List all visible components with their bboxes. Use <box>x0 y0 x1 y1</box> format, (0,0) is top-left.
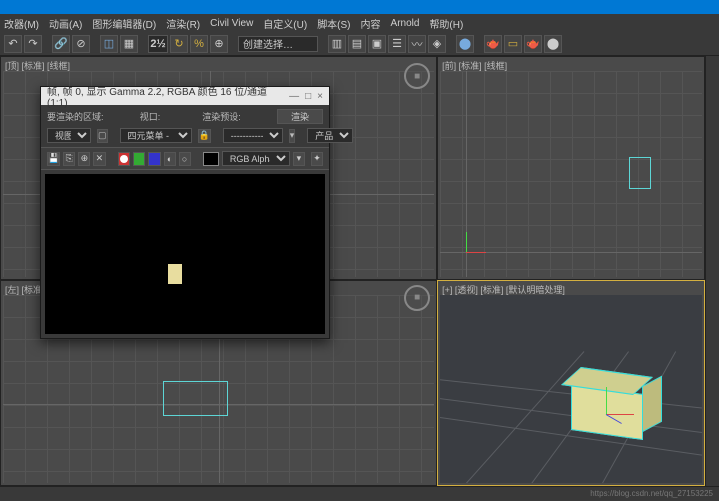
region-icon[interactable]: ▢ <box>97 129 108 143</box>
fx-icon[interactable]: ✦ <box>311 152 323 166</box>
render-setup-button[interactable]: 🫖 <box>484 35 502 53</box>
render-output-view[interactable] <box>45 174 325 334</box>
lock-icon[interactable]: 🔒 <box>198 129 211 143</box>
menu-bar: 改器(M) 动画(A) 图形编辑器(D) 渲染(R) Civil View 自定… <box>0 14 719 32</box>
mirror-button[interactable]: ▥ <box>328 35 346 53</box>
left-wireframe-box[interactable] <box>163 381 228 416</box>
minimize-button[interactable]: — <box>289 91 299 102</box>
menu-scripting[interactable]: 脚本(S) <box>317 16 350 31</box>
viewport-perspective[interactable]: [+] [透视] [标准] [默认明暗处理] <box>437 280 705 486</box>
menu-animation[interactable]: 动画(A) <box>49 16 82 31</box>
render-frame-button[interactable]: ▭ <box>504 35 522 53</box>
dialog-titlebar[interactable]: 帧, 帧 0, 显示 Gamma 2.2, RGBA 颜色 16 位/通道 (1… <box>41 87 329 105</box>
redo-button[interactable]: ↷ <box>24 35 42 53</box>
render-button-dialog[interactable]: 渲染 <box>277 109 323 124</box>
channel-green-icon[interactable] <box>133 152 145 166</box>
viewcube-left[interactable] <box>404 285 430 311</box>
snap-angle-button[interactable]: ↻ <box>170 35 188 53</box>
channel-blue-icon[interactable] <box>148 152 160 166</box>
clone-icon[interactable]: ⊕ <box>78 152 90 166</box>
viewport-select[interactable]: 四元菜单 - 透… <box>120 128 192 143</box>
tool-button-5[interactable]: ⬤ <box>544 35 562 53</box>
main-toolbar: ↶ ↷ 🔗 ⊘ ◫ ▦ 2½ ↻ % ⊕ ▥ ▤ ▣ ☰ 〰 ◈ ⬤ 🫖 ▭ 🫖… <box>0 32 719 56</box>
save-icon[interactable]: 💾 <box>47 152 60 166</box>
print-icon[interactable]: ✕ <box>93 152 105 166</box>
front-wireframe-box[interactable] <box>629 157 651 189</box>
maximize-button[interactable]: □ <box>305 91 311 102</box>
area-select[interactable]: 视图 <box>47 128 91 143</box>
viewport-front[interactable]: [前] [标准] [线框] <box>437 56 705 280</box>
window-titlebar <box>0 0 719 14</box>
tool-button-3[interactable]: ⊕ <box>210 35 228 53</box>
menu-rendering[interactable]: 渲染(R) <box>166 16 200 31</box>
production-select[interactable]: 产品级 <box>307 128 353 143</box>
menu-modifiers[interactable]: 改器(M) <box>4 16 39 31</box>
preset-select[interactable]: ------------- <box>223 128 283 143</box>
menu-graph-editors[interactable]: 图形编辑器(D) <box>92 16 156 31</box>
viewport-front-grid <box>440 71 702 277</box>
menu-content[interactable]: 内容 <box>361 16 381 31</box>
align-button[interactable]: ▤ <box>348 35 366 53</box>
curve-editor-button[interactable]: 〰 <box>408 35 426 53</box>
preset-label: 渲染预设: <box>202 110 241 123</box>
viewport-perspective-grid <box>440 295 702 483</box>
rendered-box-object <box>168 264 182 284</box>
tool-button-4[interactable]: ▣ <box>368 35 386 53</box>
link-button[interactable]: 🔗 <box>52 35 70 53</box>
tool-button-1[interactable]: ◫ <box>100 35 118 53</box>
schematic-button[interactable]: ◈ <box>428 35 446 53</box>
viewport-label: 视口: <box>140 110 161 123</box>
menu-civil-view[interactable]: Civil View <box>210 18 253 29</box>
channel-mono-icon[interactable]: ○ <box>179 152 191 166</box>
material-editor-button[interactable]: ⬤ <box>456 35 474 53</box>
render-button[interactable]: 🫖 <box>524 35 542 53</box>
dialog-title-text: 帧, 帧 0, 显示 Gamma 2.2, RGBA 颜色 16 位/通道 (1… <box>47 83 289 109</box>
menu-customize[interactable]: 自定义(U) <box>263 16 307 31</box>
tool-button-2d[interactable]: 2½ <box>148 35 168 53</box>
channel-alpha-icon[interactable]: ◐ <box>164 152 176 166</box>
menu-help[interactable]: 帮助(H) <box>429 16 463 31</box>
render-frame-window[interactable]: 帧, 帧 0, 显示 Gamma 2.2, RGBA 颜色 16 位/通道 (1… <box>40 86 330 339</box>
swatch-icon[interactable] <box>203 152 218 166</box>
viewcube-top[interactable] <box>404 63 430 89</box>
render-toolbar: 💾 ⎘ ⊕ ✕ ◐ ○ RGB Alpha ▾ ✦ <box>41 147 329 170</box>
menu-arnold[interactable]: Arnold <box>391 18 420 29</box>
snap-percent-button[interactable]: % <box>190 35 208 53</box>
channel-red-icon[interactable] <box>118 152 130 166</box>
layer-button[interactable]: ☰ <box>388 35 406 53</box>
selection-set-input[interactable] <box>238 36 318 52</box>
undo-button[interactable]: ↶ <box>4 35 22 53</box>
close-button[interactable]: × <box>317 91 323 102</box>
alpha-select[interactable]: RGB Alpha <box>222 151 290 166</box>
preset-icon[interactable]: ▾ <box>289 129 296 143</box>
command-panel[interactable] <box>705 56 719 486</box>
status-bar: https://blog.csdn.net/qq_27153225 <box>0 486 719 500</box>
toggle-icon[interactable]: ▾ <box>293 152 305 166</box>
copy-icon[interactable]: ⎘ <box>63 152 75 166</box>
unlink-button[interactable]: ⊘ <box>72 35 90 53</box>
watermark-text: https://blog.csdn.net/qq_27153225 <box>590 489 713 498</box>
tool-button-2[interactable]: ▦ <box>120 35 138 53</box>
area-label: 要渲染的区域: <box>47 110 104 123</box>
